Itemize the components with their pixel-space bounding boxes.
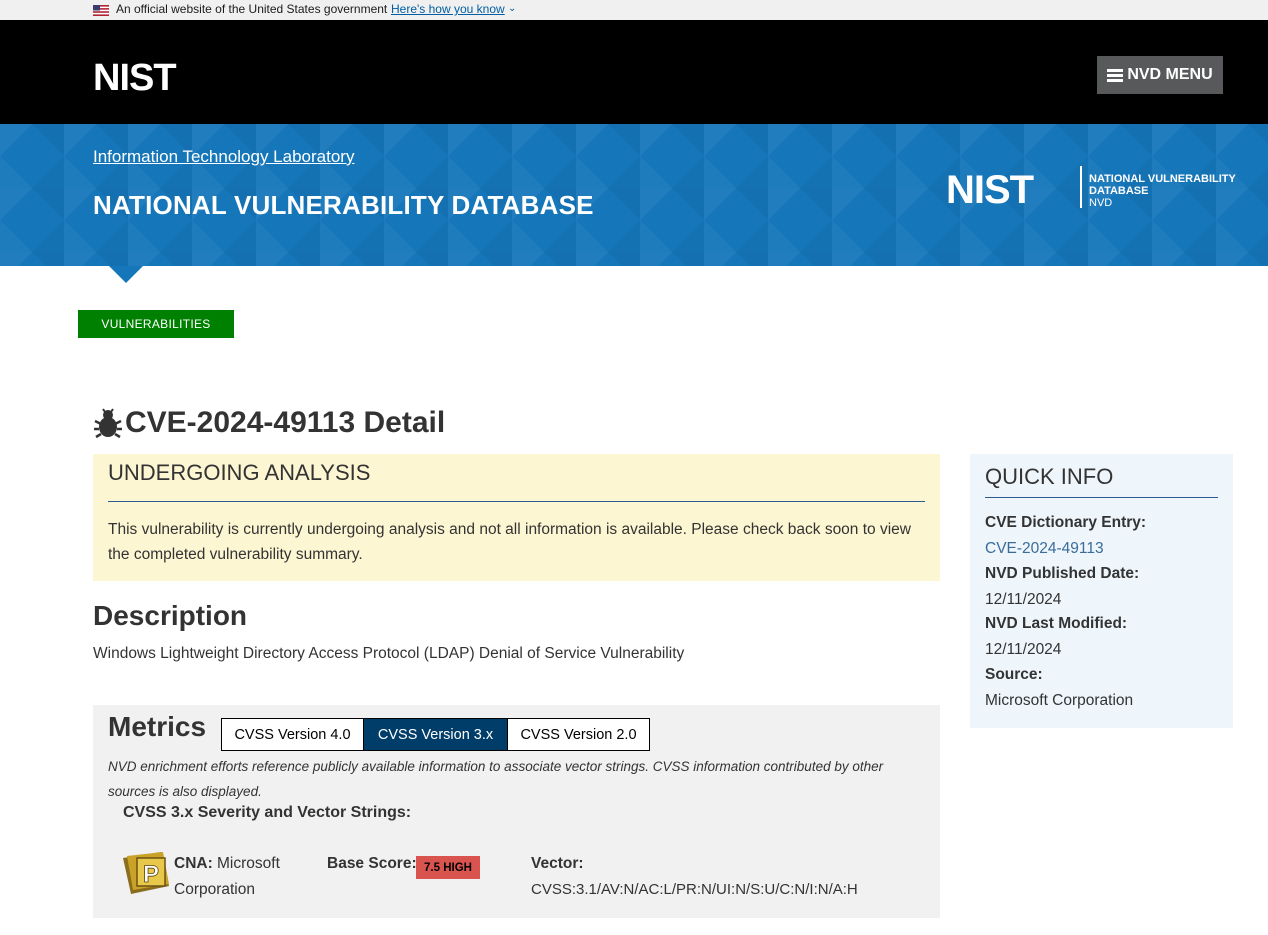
vector-string: CVSS:3.1/AV:N/AC:L/PR:N/UI:N/S:U/C:N/I:N… [531, 881, 858, 898]
nvd-banner: Information Technology Laboratory NATION… [0, 124, 1268, 266]
divider [985, 497, 1218, 498]
page-title-text: CVE-2024-49113 Detail [125, 406, 446, 439]
base-score-badge[interactable]: 7.5 HIGH [416, 856, 480, 879]
chevron-down-icon[interactable]: ⌄ [508, 3, 516, 14]
undergoing-analysis-heading: UNDERGOING ANALYSIS [108, 460, 371, 485]
divider [108, 501, 925, 502]
cve-entry-link[interactable]: CVE-2024-49113 [985, 540, 1104, 558]
published-date-label: NVD Published Date: [985, 565, 1140, 582]
gov-official-text: An official website of the United States… [116, 2, 388, 16]
tab-cvss-2-0[interactable]: CVSS Version 2.0 [507, 718, 650, 751]
svg-text:NIST: NIST [946, 168, 1034, 212]
nvd-logo-text: NATIONAL VULNERABILITY DATABASE NVD [1089, 173, 1236, 209]
metrics-panel: Metrics CVSS Version 4.0 CVSS Version 3.… [93, 705, 940, 918]
tab-cvss-3-x[interactable]: CVSS Version 3.x [364, 718, 507, 751]
source-value: Microsoft Corporation [985, 692, 1134, 709]
nvd-menu-button[interactable]: NVD MENU [1097, 56, 1223, 94]
nist-logo[interactable]: NIST [93, 61, 204, 92]
site-header: NIST NVD MENU [0, 20, 1268, 124]
metrics-note: NVD enrichment efforts reference publicl… [108, 759, 884, 799]
description-text: Windows Lightweight Directory Access Pro… [93, 645, 685, 662]
last-modified-label: NVD Last Modified: [985, 615, 1128, 632]
vector-label: Vector: [531, 855, 584, 872]
page-title: CVE-2024-49113 Detail [93, 406, 445, 440]
heres-how-you-know-link[interactable]: Here's how you know [391, 2, 505, 16]
hamburger-icon [1107, 68, 1124, 82]
tab-cvss-4-0[interactable]: CVSS Version 4.0 [221, 718, 364, 751]
severity-heading: CVSS 3.x Severity and Vector Strings: [123, 804, 412, 821]
cna-name-continued: Corporation [174, 881, 255, 898]
description-heading: Description [93, 600, 248, 631]
cna-name: Microsoft [217, 855, 280, 872]
published-date-value: 12/11/2024 [985, 591, 1062, 608]
gov-banner: An official website of the United States… [0, 0, 1268, 20]
svg-text:NIST: NIST [93, 61, 176, 92]
itl-link[interactable]: Information Technology Laboratory [93, 147, 354, 167]
quick-info-panel: QUICK INFO CVE Dictionary Entry: CVE-202… [970, 454, 1233, 728]
source-label: Source: [985, 666, 1043, 683]
cna-provider-badge-icon: P [123, 852, 169, 894]
metrics-heading: Metrics [108, 711, 207, 742]
undergoing-analysis-text: This vulnerability is currently undergoi… [108, 521, 911, 563]
base-score-label: Base Score: [327, 855, 417, 872]
us-flag-icon [93, 5, 109, 16]
quick-info-heading: QUICK INFO [985, 464, 1114, 489]
banner-pointer [109, 266, 143, 283]
nvd-menu-label: NVD MENU [1127, 66, 1213, 83]
cna-label: CNA: [174, 855, 213, 872]
bug-icon [94, 408, 122, 439]
nvd-title: NATIONAL VULNERABILITY DATABASE [93, 190, 594, 220]
cvss-version-tabs: CVSS Version 4.0 CVSS Version 3.x CVSS V… [221, 718, 650, 751]
cve-entry-label: CVE Dictionary Entry: [985, 514, 1147, 531]
vulnerabilities-button[interactable]: VULNERABILITIES [78, 310, 234, 338]
last-modified-value: 12/11/2024 [985, 641, 1062, 658]
svg-text:P: P [143, 861, 159, 888]
undergoing-analysis-panel: UNDERGOING ANALYSIS This vulnerability i… [93, 454, 940, 581]
